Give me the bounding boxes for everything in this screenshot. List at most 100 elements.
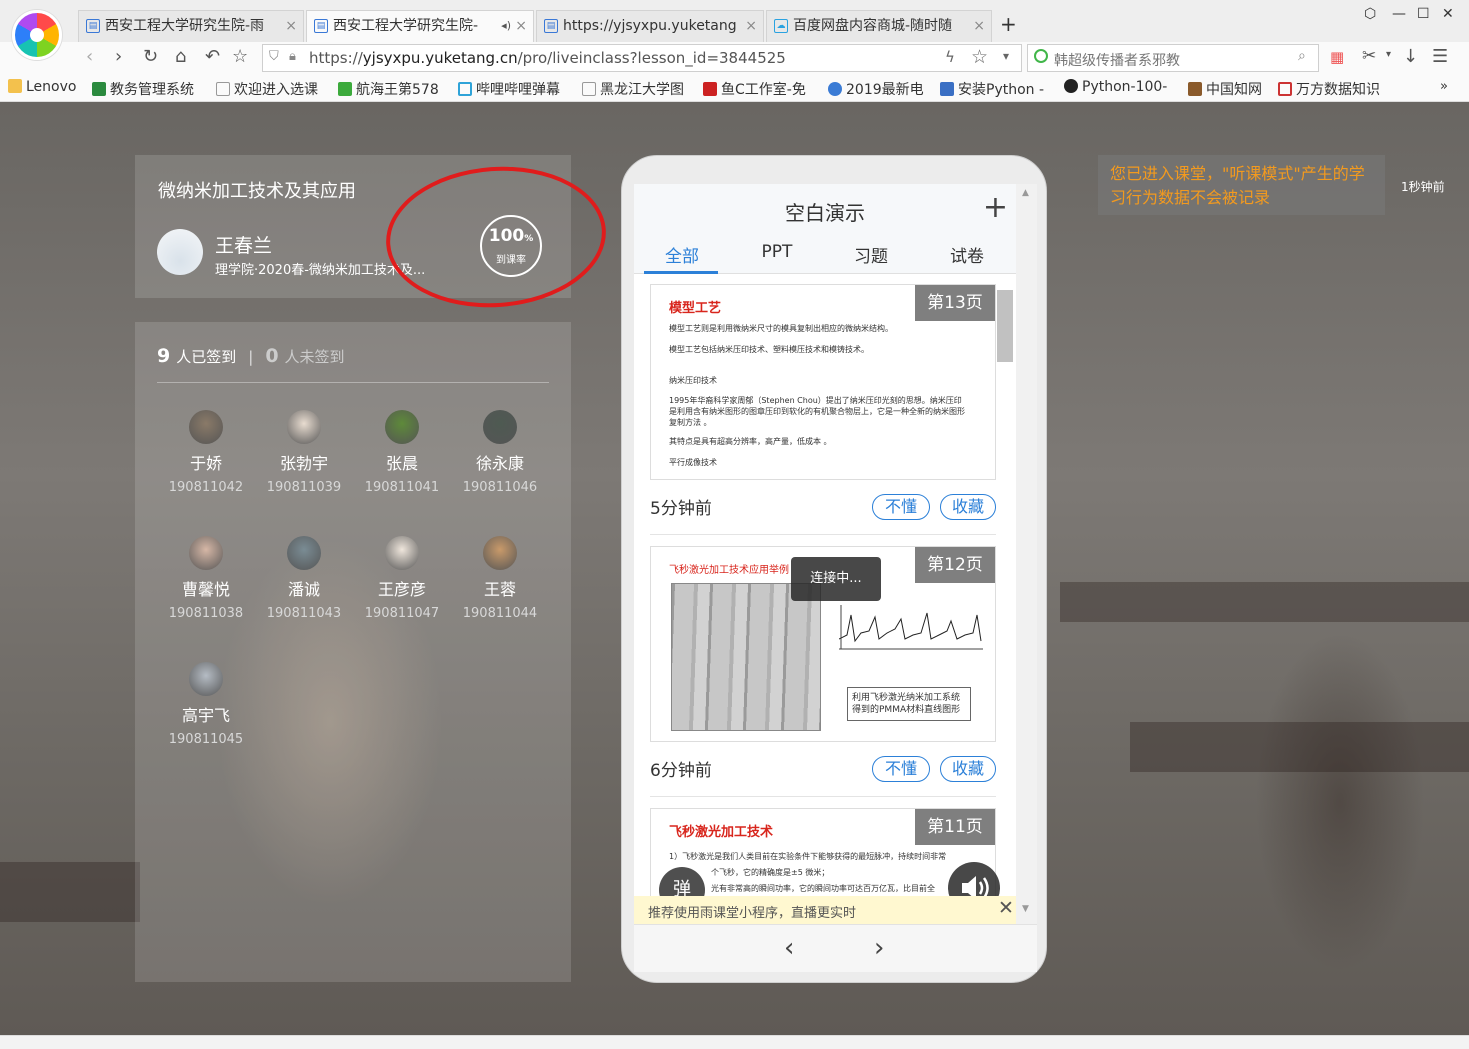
bookmark-item[interactable]: 2019最新电 xyxy=(828,79,924,99)
speaker-icon[interactable]: ◂) xyxy=(501,11,511,41)
summary-separator: | xyxy=(248,348,254,366)
tab-label: 百度网盘内容商城-随时随 xyxy=(793,18,953,34)
address-bar[interactable]: ⛉ 🔒︎ https://yjsyxpu.yuketang.cn/pro/liv… xyxy=(262,44,1022,72)
apps-grid-icon[interactable]: ▦ xyxy=(1330,48,1344,66)
bookmark-label: Lenovo xyxy=(26,79,77,95)
slide-list-scrollbar[interactable] xyxy=(1016,184,1037,924)
search-icon[interactable]: ⌕ xyxy=(1298,48,1306,64)
reload-button[interactable]: ↻ xyxy=(143,46,158,67)
browser-tab-2[interactable]: ▤ 西安工程大学研究生院- ◂) × xyxy=(306,10,534,42)
bookmark-item[interactable]: 航海王第578 xyxy=(338,79,439,99)
shield-icon[interactable]: ⛉ xyxy=(269,49,279,64)
bilibili-icon xyxy=(458,82,472,96)
star-icon[interactable]: ☆ xyxy=(971,46,988,68)
new-tab-button[interactable]: + xyxy=(1000,12,1017,36)
page-icon xyxy=(216,82,230,96)
browser-logo-icon[interactable] xyxy=(12,10,62,60)
signin-summary: 9 人已签到 | 0 人未签到 xyxy=(157,345,345,367)
signin-card: 9 人已签到 | 0 人未签到 于娇 190811042 张勃宇 190811039 张晨 190… xyxy=(135,322,571,982)
bookmark-label: 教务管理系统 xyxy=(110,82,194,98)
student-item: 于娇 190811042 xyxy=(157,410,255,495)
tab-exams[interactable]: 试卷 xyxy=(927,242,1007,267)
back-button[interactable]: ‹ xyxy=(86,46,93,67)
bookmark-item[interactable]: 教务管理系统 xyxy=(92,79,194,99)
home-button[interactable]: ⌂ xyxy=(175,46,186,67)
minimize-button[interactable]: — xyxy=(1392,6,1406,22)
scroll-up-arrow-icon[interactable]: ▲ xyxy=(1022,188,1029,198)
browser-nav-bar: ‹ › ↻ ⌂ ↶ ☆ ⛉ 🔒︎ https://yjsyxpu.yuketan… xyxy=(0,42,1469,74)
background-desk xyxy=(0,862,140,922)
bookmark-label: Python-100- xyxy=(1082,79,1168,95)
maximize-button[interactable]: ☐ xyxy=(1417,6,1430,22)
skin-icon[interactable]: ⬡ xyxy=(1364,6,1376,22)
download-icon[interactable]: ↓ xyxy=(1403,46,1418,67)
favorite-star-icon[interactable]: ☆ xyxy=(232,46,248,67)
plus-icon[interactable]: + xyxy=(983,190,1008,225)
close-tab-icon[interactable]: × xyxy=(745,11,757,41)
bookmark-item[interactable]: 欢迎进入选课 xyxy=(216,79,318,99)
page-badge: 第11页 xyxy=(915,809,995,845)
favorite-button[interactable]: 收藏 xyxy=(940,756,996,782)
chevron-down-icon[interactable]: ▾ xyxy=(1386,49,1391,60)
search-suggestion: 韩超级传播者系邪教 xyxy=(1054,53,1180,69)
unsigned-count: 0 xyxy=(265,345,279,367)
bookmark-item[interactable]: 中国知网 xyxy=(1188,79,1262,99)
close-tab-icon[interactable]: × xyxy=(285,11,297,41)
bookmark-item[interactable]: 黑龙江大学图 xyxy=(582,79,684,99)
scroll-down-arrow-icon[interactable]: ▼ xyxy=(1022,904,1029,914)
site-icon xyxy=(1278,82,1292,96)
student-item: 张勃宇 190811039 xyxy=(255,410,353,495)
chevron-down-icon[interactable]: ▾ xyxy=(1003,49,1009,63)
page-icon: ▤ xyxy=(86,19,100,33)
lightning-icon[interactable]: ϟ xyxy=(945,48,955,66)
undo-close-button[interactable]: ↶ xyxy=(205,46,220,67)
slide-card-scroll-thumb[interactable] xyxy=(997,290,1013,362)
close-tab-icon[interactable]: × xyxy=(973,11,985,41)
tab-all[interactable]: 全部 xyxy=(642,242,722,267)
page-icon: ▤ xyxy=(314,19,328,33)
close-window-button[interactable]: ✕ xyxy=(1442,6,1454,22)
previous-slide-button[interactable]: ‹ xyxy=(784,933,794,963)
unsigned-label: 人未签到 xyxy=(284,348,345,366)
student-id: 190811045 xyxy=(168,732,244,747)
browser-tab-4[interactable]: ☁ 百度网盘内容商城-随时随 × xyxy=(766,10,992,42)
forward-button[interactable]: › xyxy=(115,46,122,67)
slide-time: 5分钟前 xyxy=(650,499,712,519)
student-id: 190811039 xyxy=(266,480,342,495)
sem-image xyxy=(671,583,821,731)
more-bookmarks-icon[interactable]: » xyxy=(1440,79,1448,94)
bookmark-item[interactable]: 万方数据知识 xyxy=(1278,79,1380,99)
bookmark-item[interactable]: 鱼C工作室-免 xyxy=(703,79,806,99)
dont-understand-button[interactable]: 不懂 xyxy=(872,494,930,520)
slide-text-line: 1995年华裔科学家周郁（Stephen Chou）提出了纳米压印光刻的思想。纳… xyxy=(669,396,965,427)
active-tab-indicator xyxy=(644,271,718,274)
close-icon[interactable]: ✕ xyxy=(998,897,1014,919)
search-box[interactable]: 韩超级传播者系邪教 ⌕ xyxy=(1027,44,1319,72)
slide-navigation: ‹ › xyxy=(634,924,1037,972)
student-avatar xyxy=(483,536,517,570)
student-item: 徐永康 190811046 xyxy=(451,410,549,495)
github-icon xyxy=(1064,79,1078,93)
bookmark-item[interactable]: 安装Python - xyxy=(940,79,1044,99)
next-slide-button[interactable]: › xyxy=(874,933,884,963)
browser-tab-3[interactable]: ▤ https://yjsyxpu.yuketang × xyxy=(536,10,764,42)
dont-understand-button[interactable]: 不懂 xyxy=(872,756,930,782)
menu-icon[interactable]: ☰ xyxy=(1432,46,1448,67)
presentation-title: 空白演示 xyxy=(785,201,865,225)
student-name: 张勃宇 xyxy=(279,454,328,473)
tip-text: 推荐使用雨课堂小程序，直播更实时 xyxy=(648,906,857,921)
listen-mode-notice: 您已进入课堂，"听课模式"产生的学习行为数据不会被记录 xyxy=(1098,155,1385,215)
tab-ppt[interactable]: PPT xyxy=(737,242,817,262)
scissors-icon[interactable]: ✂ xyxy=(1362,46,1376,66)
tab-exercises[interactable]: 习题 xyxy=(831,242,911,267)
student-name: 张晨 xyxy=(385,454,418,473)
lock-icon: 🔒︎ xyxy=(289,49,296,64)
folder-icon xyxy=(8,79,22,93)
browser-tab-1[interactable]: ▤ 西安工程大学研究生院-雨 × xyxy=(78,10,304,42)
close-tab-icon[interactable]: × xyxy=(515,11,527,41)
bookmark-item[interactable]: 哔哩哔哩弹幕 xyxy=(458,79,560,99)
favorite-button[interactable]: 收藏 xyxy=(940,494,996,520)
bookmark-item[interactable]: Lenovo xyxy=(8,79,76,95)
slide-card-13[interactable]: 模型工艺 模型工艺则是利用微纳米尺寸的模具复制出相应的微纳米结构。 模型工艺包括… xyxy=(650,284,996,480)
bookmark-item[interactable]: Python-100- xyxy=(1064,79,1167,95)
